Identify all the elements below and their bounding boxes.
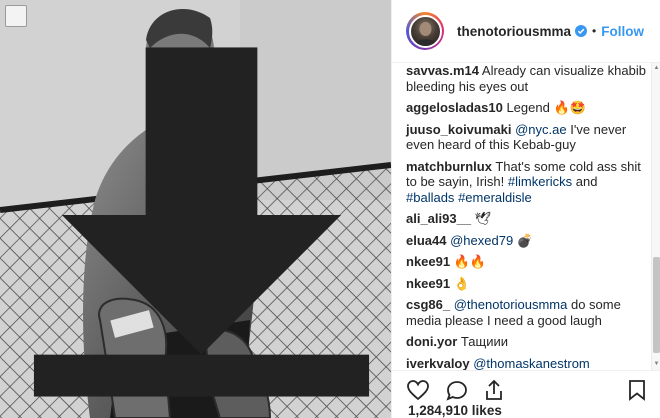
comment-username[interactable]: juuso_koivumaki — [406, 122, 511, 137]
comment-text: 💣 — [513, 232, 533, 248]
comments-host: savvas.m14 Already can visualize khabib … — [406, 63, 647, 370]
comment-hashtag-link[interactable]: #limkericks — [508, 174, 572, 189]
bookmark-icon[interactable] — [625, 378, 649, 402]
download-button[interactable] — [5, 5, 370, 397]
post-sidebar: thenotoriousmma • Follow savvas.m14 Alre… — [391, 0, 660, 418]
comment-username[interactable]: matchburnlux — [406, 159, 492, 174]
comment-item: juuso_koivumaki @nyc.ae I've never even … — [406, 122, 647, 153]
comment-text: Legend 🔥🤩 — [506, 100, 586, 115]
comment-username[interactable]: aggelosladas10 — [406, 100, 503, 115]
comments-list[interactable]: savvas.m14 Already can visualize khabib … — [392, 63, 660, 370]
verified-badge-icon — [575, 25, 588, 37]
username[interactable]: thenotoriousmma — [457, 24, 571, 39]
comment-mention-link[interactable]: @thenotoriousmma — [454, 297, 568, 312]
comment-item: aggelosladas10 Legend 🔥🤩 — [406, 100, 647, 116]
comment-text: Тащиии — [460, 334, 508, 349]
scroll-thumb[interactable] — [653, 257, 660, 353]
comment-icon[interactable] — [445, 378, 469, 402]
comment-item: iverkvaloy @thomaskanestrom @janphilipp … — [406, 356, 647, 371]
comment-hashtag-link[interactable]: #emeraldisle — [458, 190, 532, 205]
comment-item: savvas.m14 Already can visualize khabib … — [406, 63, 647, 94]
share-icon[interactable] — [482, 378, 506, 402]
post-photo[interactable] — [0, 0, 391, 418]
comment-item: nkee91 👌 — [406, 276, 647, 292]
comment-mention-link[interactable]: @hexed79 — [450, 233, 513, 248]
avatar-story-ring[interactable] — [406, 12, 444, 50]
action-bar — [392, 370, 660, 404]
comment-item: matchburnlux That's some cold ass shit t… — [406, 159, 647, 206]
header-separator: • — [592, 24, 597, 38]
likes-count[interactable]: 1,284,910 likes — [408, 403, 502, 418]
comment-mention-link[interactable]: @nyc.ae — [515, 122, 567, 137]
comment-item: ali_ali93__ 🕊 — [406, 211, 647, 227]
comment-item: doni.yor Тащиии — [406, 334, 647, 350]
comment-username[interactable]: iverkvaloy — [406, 356, 470, 371]
comment-username[interactable]: nkee91 — [406, 254, 450, 269]
comment-username[interactable]: ali_ali93__ — [406, 211, 471, 226]
comment-text: 🔥🔥 — [453, 254, 487, 269]
scroll-up-arrow-icon[interactable]: ▲ — [653, 65, 660, 72]
follow-button[interactable]: Follow — [601, 24, 644, 39]
comment-text: 🕊 — [474, 211, 492, 226]
comments-scrollbar[interactable]: ▲ ▼ — [651, 63, 660, 370]
comment-item: csg86_ @thenotoriousmma do some media pl… — [406, 297, 647, 328]
comment-hashtag-link[interactable]: #ballads — [406, 190, 454, 205]
comment-username[interactable]: nkee91 — [406, 276, 450, 291]
comment-item: nkee91 🔥🔥 — [406, 254, 647, 270]
scroll-down-arrow-icon[interactable]: ▼ — [653, 361, 660, 368]
comment-text: 👌 — [453, 275, 470, 291]
comment-mention-link[interactable]: @thomaskanestrom — [473, 356, 590, 371]
post-header: thenotoriousmma • Follow — [392, 0, 660, 63]
comment-username[interactable]: savvas.m14 — [406, 63, 479, 78]
comment-item: elua44 @hexed79 💣 — [406, 233, 647, 249]
instagram-post: thenotoriousmma • Follow savvas.m14 Alre… — [0, 0, 660, 418]
comment-text: and — [572, 174, 598, 189]
avatar — [408, 14, 442, 48]
heart-icon[interactable] — [406, 378, 430, 402]
comment-username[interactable]: doni.yor — [406, 334, 457, 349]
comment-username[interactable]: elua44 — [406, 233, 446, 248]
comment-username[interactable]: csg86_ — [406, 297, 450, 312]
